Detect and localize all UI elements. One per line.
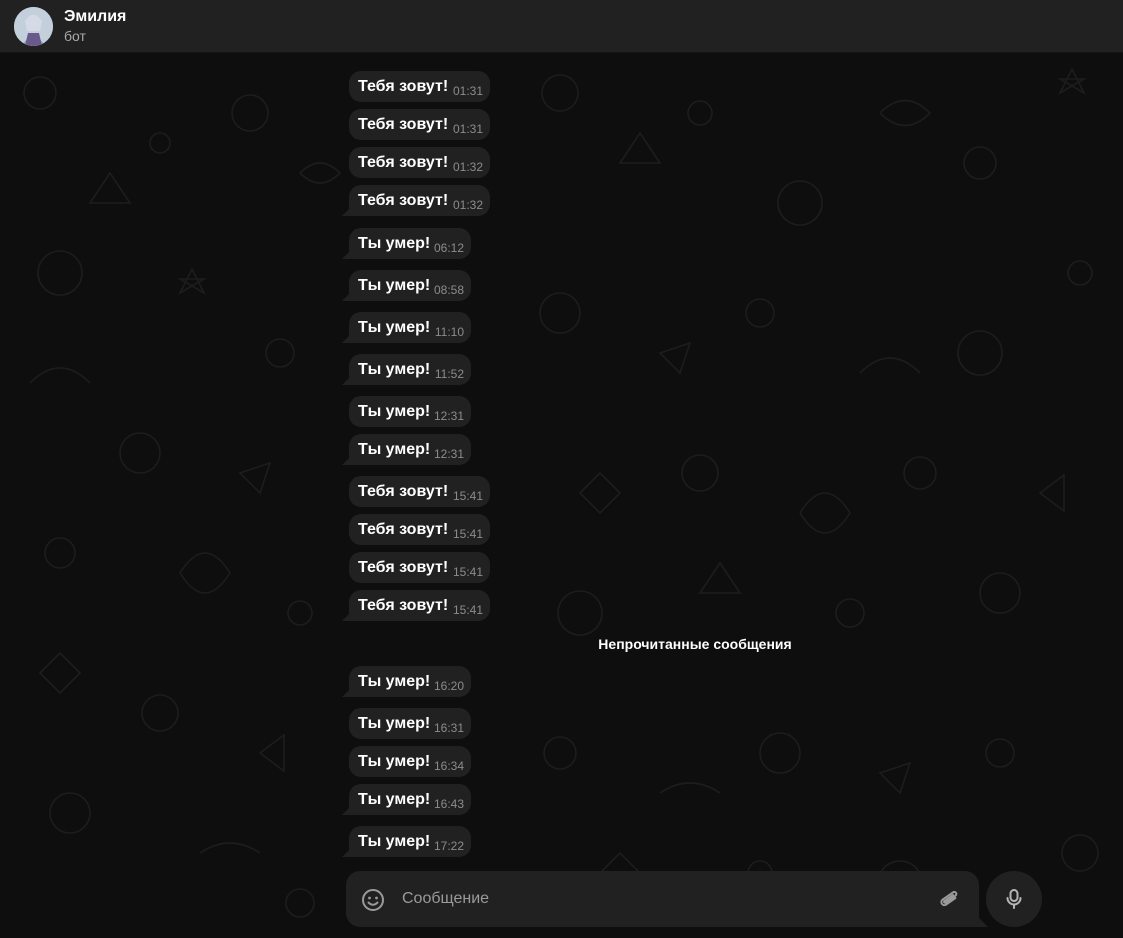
message-time: 16:34 — [433, 759, 464, 773]
smiley-icon-graphic — [362, 889, 384, 911]
smiley-icon[interactable] — [360, 887, 386, 913]
message-time: 15:41 — [452, 489, 483, 503]
message-text: Ты умер! — [358, 673, 431, 690]
message-time: 15:41 — [452, 565, 483, 579]
message-bubble[interactable]: Ты умер! 06:12 — [349, 228, 471, 259]
message-text: Ты умер! — [358, 235, 431, 252]
message-time: 01:31 — [452, 122, 483, 136]
message-text: Тебя зовут! — [358, 116, 449, 133]
microphone-icon — [1006, 889, 1022, 909]
message-bubble[interactable]: Ты умер! 12:31 — [349, 396, 471, 427]
message-bubble[interactable]: Тебя зовут! 15:41 — [349, 476, 490, 507]
message-bubble[interactable]: Ты умер! 08:58 — [349, 270, 471, 301]
chat-title[interactable]: Эмилия — [64, 7, 126, 27]
message-text: Тебя зовут! — [358, 78, 449, 95]
message-text: Ты умер! — [358, 715, 431, 732]
message-text: Ты умер! — [358, 441, 431, 458]
chat-header[interactable]: Эмилия бот — [0, 0, 1123, 53]
message-bubble[interactable]: Ты умер! 16:43 — [349, 784, 471, 815]
message-text: Ты умер! — [358, 277, 431, 294]
message-time: 16:31 — [433, 721, 464, 735]
message-bubble[interactable]: Тебя зовут! 15:41 — [349, 590, 490, 621]
message-text: Тебя зовут! — [358, 483, 449, 500]
telegram-chat-window: Эмилия бот Тебя зовут! 01:31 Тебя зовут!… — [0, 0, 1123, 938]
message-text: Тебя зовут! — [358, 154, 449, 171]
message-bubble[interactable]: Тебя зовут! 01:31 — [349, 71, 490, 102]
message-bubble[interactable]: Ты умер! 16:20 — [349, 666, 471, 697]
message-time: 01:32 — [452, 198, 483, 212]
unread-messages-divider: Непрочитанные сообщения — [598, 636, 792, 652]
message-text: Ты умер! — [358, 403, 431, 420]
message-bubble[interactable]: Тебя зовут! 01:32 — [349, 185, 490, 216]
paperclip-icon-graphic — [940, 890, 958, 907]
message-bubble[interactable]: Ты умер! 11:52 — [349, 354, 471, 385]
message-bubble[interactable]: Ты умер! 11:10 — [349, 312, 471, 343]
message-time: 17:22 — [433, 839, 464, 853]
message-composer — [346, 871, 979, 927]
message-time: 16:20 — [433, 679, 464, 693]
message-input[interactable] — [402, 885, 922, 913]
microphone-button[interactable] — [986, 871, 1042, 927]
message-text: Ты умер! — [358, 753, 431, 770]
message-bubble[interactable]: Ты умер! 16:34 — [349, 746, 471, 777]
message-time: 08:58 — [433, 283, 464, 297]
message-time: 01:32 — [452, 160, 483, 174]
message-text: Ты умер! — [358, 791, 431, 808]
message-bubble[interactable]: Ты умер! 17:22 — [349, 826, 471, 857]
message-bubble[interactable]: Ты умер! 12:31 — [349, 434, 471, 465]
message-time: 12:31 — [433, 447, 464, 461]
doodle-pattern — [23, 67, 1099, 918]
message-bubble[interactable]: Тебя зовут! 01:31 — [349, 109, 490, 140]
message-time: 16:43 — [433, 797, 464, 811]
message-text: Тебя зовут! — [358, 559, 449, 576]
message-text: Тебя зовут! — [358, 192, 449, 209]
message-text: Тебя зовут! — [358, 597, 449, 614]
message-time: 06:12 — [433, 241, 464, 255]
message-time: 11:52 — [434, 367, 464, 381]
avatar-image — [14, 7, 53, 46]
message-bubble[interactable]: Тебя зовут! 15:41 — [349, 514, 490, 545]
message-time: 15:41 — [452, 603, 483, 617]
message-time: 01:31 — [452, 84, 483, 98]
chat-subtitle: бот — [64, 28, 86, 44]
message-text: Ты умер! — [358, 361, 431, 378]
message-time: 15:41 — [452, 527, 483, 541]
paperclip-icon[interactable] — [936, 887, 962, 913]
message-text: Ты умер! — [358, 319, 431, 336]
message-bubble[interactable]: Тебя зовут! 01:32 — [349, 147, 490, 178]
message-text: Тебя зовут! — [358, 521, 449, 538]
message-bubble[interactable]: Тебя зовут! 15:41 — [349, 552, 490, 583]
message-time: 12:31 — [433, 409, 464, 423]
message-bubble[interactable]: Ты умер! 16:31 — [349, 708, 471, 739]
message-text: Ты умер! — [358, 833, 431, 850]
avatar[interactable] — [14, 7, 53, 46]
message-time: 11:10 — [434, 325, 464, 339]
chat-wallpaper — [0, 53, 1123, 938]
